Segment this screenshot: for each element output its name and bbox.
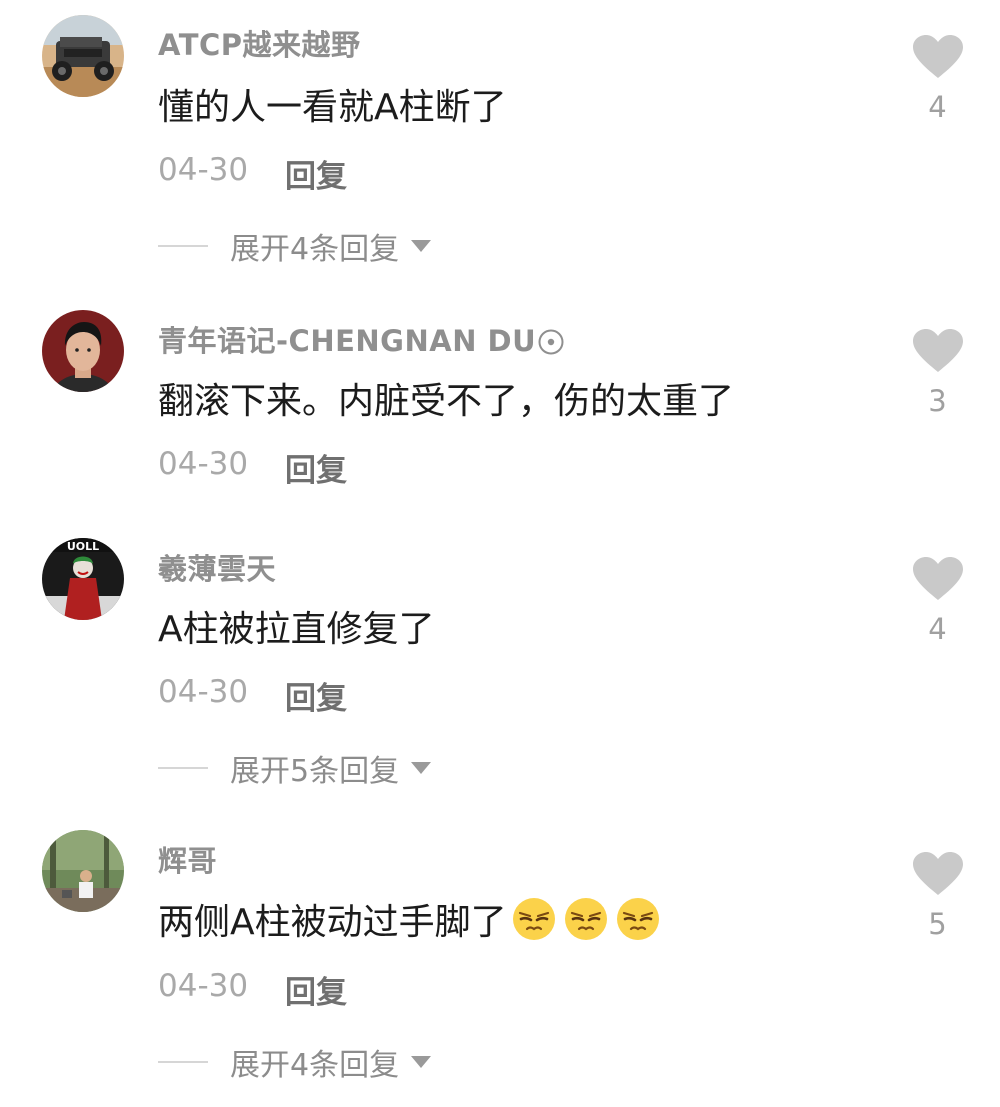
- heart-icon: [913, 329, 963, 372]
- caret-down-icon: [411, 1056, 432, 1068]
- reply-button[interactable]: 回复: [285, 151, 347, 196]
- expand-replies-button[interactable]: 展开5条回复: [158, 748, 432, 789]
- smirk-emoji-icon: [512, 898, 555, 940]
- caret-down-icon: [411, 240, 432, 252]
- like-button[interactable]: 4: [912, 34, 964, 124]
- comment-text: 翻滚下来。内脏受不了，伤的太重了: [158, 381, 735, 422]
- avatar[interactable]: [42, 310, 124, 392]
- like-count: 5: [928, 907, 947, 941]
- heart-icon: [913, 35, 963, 78]
- expand-replies-label: 展开4条回复: [230, 232, 400, 267]
- divider: [158, 245, 208, 247]
- comment-text: 懂的人一看就A柱断了: [158, 87, 507, 128]
- like-button[interactable]: 3: [912, 328, 964, 418]
- reply-button[interactable]: 回复: [285, 967, 347, 1012]
- like-count: 4: [928, 90, 947, 124]
- divider: [158, 767, 208, 769]
- expand-replies-button[interactable]: 展开4条回复: [158, 226, 432, 267]
- expand-replies-button[interactable]: 展开4条回复: [158, 1042, 432, 1083]
- svg-text:UOLL: UOLL: [67, 540, 99, 553]
- comment-text: 两侧A柱被动过手脚了: [158, 893, 661, 945]
- username[interactable]: 羲薄雲天: [158, 546, 276, 588]
- comment-date: 04-30: [158, 968, 249, 1004]
- like-count: 3: [928, 384, 947, 418]
- expand-replies-label: 展开4条回复: [230, 1048, 400, 1083]
- like-count: 4: [928, 612, 947, 646]
- like-button[interactable]: 5: [912, 851, 964, 941]
- comment-date: 04-30: [158, 446, 249, 482]
- avatar[interactable]: UOLL: [42, 538, 124, 620]
- divider: [158, 1061, 208, 1063]
- username-text: 青年语记-CHENGNAN DU: [158, 324, 537, 358]
- like-button[interactable]: 4: [912, 556, 964, 646]
- avatar[interactable]: [42, 830, 124, 912]
- verified-icon: [538, 329, 564, 355]
- expand-replies-label: 展开5条回复: [230, 754, 400, 789]
- smirk-emoji-icon: [564, 898, 607, 940]
- username[interactable]: ATCP越来越野: [158, 22, 361, 64]
- username[interactable]: 辉哥: [158, 838, 217, 880]
- reply-button[interactable]: 回复: [285, 445, 347, 490]
- comment-date: 04-30: [158, 674, 249, 710]
- comment-date: 04-30: [158, 152, 249, 188]
- reply-button[interactable]: 回复: [285, 673, 347, 718]
- comment-text-body: 两侧A柱被动过手脚了: [158, 902, 507, 943]
- avatar[interactable]: [42, 15, 124, 97]
- heart-icon: [913, 852, 963, 895]
- smirk-emoji-icon: [616, 898, 659, 940]
- caret-down-icon: [411, 762, 432, 774]
- comment-text: A柱被拉直修复了: [158, 609, 435, 650]
- username[interactable]: 青年语记-CHENGNAN DU: [158, 318, 564, 360]
- heart-icon: [913, 557, 963, 600]
